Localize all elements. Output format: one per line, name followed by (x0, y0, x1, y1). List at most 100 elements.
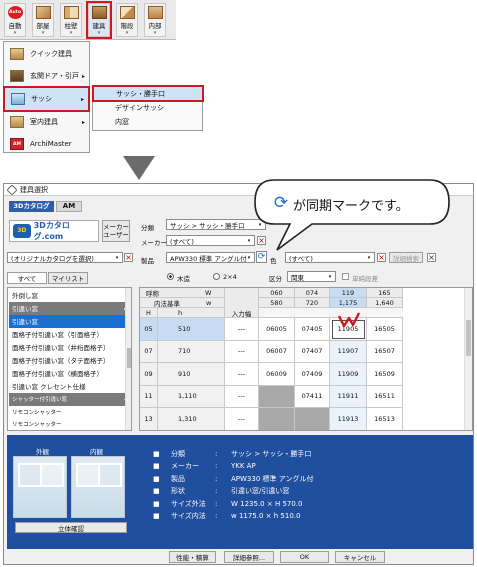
size-cell: --- (225, 363, 259, 386)
list-item-label: 面格子付引違い窓（横面格子） (12, 370, 103, 379)
cell-value: --- (237, 324, 246, 333)
detail-reference-button[interactable]: 詳細参照... (224, 551, 274, 563)
maker-select[interactable]: (すべて) ▾ (166, 235, 255, 246)
tab-all[interactable]: すべて (7, 272, 47, 284)
tab-mylist[interactable]: マイリスト (48, 272, 88, 284)
toolbar-interior-button[interactable]: 内部 ▾ (144, 3, 166, 37)
submenu-item-inner-window[interactable]: 内窓 (93, 116, 201, 128)
list-scrollbar[interactable] (125, 288, 131, 430)
size-cell[interactable]: 16513 (367, 408, 403, 430)
toolbar-wall-button[interactable]: 柱壁 ▾ (60, 3, 82, 37)
submenu-item-sash-backdoor[interactable]: サッシ・勝手口 (92, 85, 204, 102)
menu-item-archimaster[interactable]: AM ArchiMaster (4, 133, 89, 155)
maker-label: メーカー (141, 239, 167, 247)
grid-scrollbar[interactable] (464, 288, 472, 430)
performance-estimate-button[interactable]: 性能・積算 (169, 551, 216, 563)
tab-3d-catalog[interactable]: 3Dカタログ (9, 201, 54, 212)
size-cell[interactable]: 16505 (367, 318, 403, 341)
wall-icon (63, 6, 79, 19)
list-item[interactable]: リモコンシャッター (9, 418, 130, 431)
list-item[interactable]: 面格子付引違い窓（井桁面格子） (9, 341, 130, 354)
cancel-button[interactable]: キャンセル (335, 551, 385, 563)
size-cell[interactable] (295, 408, 330, 430)
cell-value: 06009 (266, 369, 287, 378)
list-item-label: 面格子付引違い窓（引面格子） (12, 331, 103, 340)
size-grid: 呼称 W 060 074 119 165 内法基準 w 580 720 1,175 … (139, 287, 473, 431)
single-glass-label: 単純段差 (352, 275, 378, 283)
size-cell[interactable]: 11909 (330, 363, 367, 386)
toolbar-stairs-button[interactable]: 階段 ▾ (116, 3, 138, 37)
list-item[interactable]: 面格子付引違い窓（タテ面格子） (9, 354, 130, 367)
info-colon: : (215, 499, 218, 508)
category-label: 分類 (141, 224, 154, 232)
inside-view-label: 内観 (90, 448, 103, 456)
bullet-icon: ■ (153, 474, 160, 483)
bullet-icon: ■ (153, 499, 160, 508)
header-label: h (178, 308, 183, 317)
size-cell[interactable]: 16509 (367, 363, 403, 386)
size-cell: --- (225, 340, 259, 363)
cell-value: 11907 (337, 347, 359, 356)
submenu-item-design-sash[interactable]: デザインサッシ (93, 102, 201, 114)
category-select[interactable]: サッシ > サッシ・勝手口 ▾ (166, 219, 266, 230)
maker-user-button[interactable]: メーカー ユーザー (102, 220, 130, 242)
info-row: ■ 製品: APW330 標準 アングル付 (153, 473, 313, 484)
list-item-selected[interactable]: 引違い窓 (9, 315, 130, 328)
cell-value: 1,310 (178, 414, 197, 423)
info-key: サイズ内法 (171, 512, 206, 520)
list-item[interactable]: リモコンシャッター (9, 406, 130, 419)
toolbar-room-button[interactable]: 部屋 ▾ (32, 3, 54, 37)
menu-item-interior-fittings[interactable]: 室内建具 ▸ (4, 111, 89, 133)
size-cell[interactable]: 06009 (259, 363, 295, 386)
size-cell[interactable]: 06007 (259, 340, 295, 363)
ok-button[interactable]: OK (280, 551, 329, 563)
list-item[interactable]: 引違い窓 クレセント仕様 (9, 380, 130, 393)
list-item[interactable]: 面格子付引違い窓（横面格子） (9, 367, 130, 380)
size-cell[interactable]: 07407 (295, 340, 330, 363)
radio-wood-icon[interactable] (167, 273, 174, 280)
catalog-select[interactable]: (オリジナルカタログを選択) ▾ (7, 252, 123, 263)
size-cell[interactable]: 11911 (330, 385, 367, 408)
size-cell[interactable] (259, 408, 295, 430)
size-cell[interactable]: 16507 (367, 340, 403, 363)
menu-item-label: クイック建具 (30, 50, 72, 58)
menu-item-entrance-door[interactable]: 玄関ドア・引戸 ▸ (4, 65, 89, 87)
toolbar-label: 階段 (120, 22, 134, 30)
tab-am[interactable]: AM (56, 201, 82, 212)
size-cell[interactable]: 07409 (295, 363, 330, 386)
dialog-title: 建具選択 (20, 186, 48, 194)
size-cell[interactable]: 06005 (259, 318, 295, 341)
radio-2x4-icon[interactable] (213, 273, 220, 280)
product-select[interactable]: APW330 標準 アングル付 ▾ (166, 252, 255, 263)
menu-item-quick-fittings[interactable]: クイック建具 (4, 43, 89, 65)
list-group-header[interactable]: 引違い窓▴ (9, 302, 130, 315)
submenu-arrow-icon: ▸ (81, 72, 85, 80)
size-cell[interactable]: 11913 (330, 408, 367, 430)
size-cell[interactable]: 07405 (295, 318, 330, 341)
list-item[interactable]: 外倒し窓 (9, 289, 130, 302)
toolbar-fittings-button[interactable]: 建具 ▾ (86, 1, 112, 39)
single-glass-checkbox[interactable] (342, 273, 349, 280)
catalog-clear-button[interactable]: × (124, 253, 133, 262)
dropdown-arrow-icon: ▾ (13, 30, 17, 36)
cell-value: 1,110 (178, 392, 197, 401)
size-cell[interactable]: 07411 (295, 385, 330, 408)
cell-value: 11913 (337, 414, 359, 423)
cell-value: 710 (178, 347, 191, 356)
size-cell[interactable]: 16511 (367, 385, 403, 408)
list-group-header[interactable]: シャッター付引違い窓▴ (9, 393, 130, 406)
toolbar-label: 柱壁 (64, 22, 78, 30)
size-cell[interactable]: 11907 (330, 340, 367, 363)
size-cell[interactable] (259, 385, 295, 408)
cell-value: --- (237, 369, 246, 378)
region-select[interactable]: 関東 ▾ (287, 271, 336, 282)
menu-item-sash[interactable]: サッシ ▸ (3, 86, 90, 112)
dropdown-arrow-icon: ▾ (69, 30, 73, 36)
cell-value: 06005 (266, 324, 287, 333)
region-label: 区分 (269, 275, 282, 283)
toolbar-auto-button[interactable]: Auto 自動 ▾ (4, 3, 26, 37)
list-item[interactable]: 面格子付引違い窓（引面格子） (9, 328, 130, 341)
header-label: 呼称 (146, 289, 159, 298)
3d-check-button[interactable]: 立体確認 (15, 522, 127, 533)
row-header-cell: 11 (140, 385, 158, 408)
